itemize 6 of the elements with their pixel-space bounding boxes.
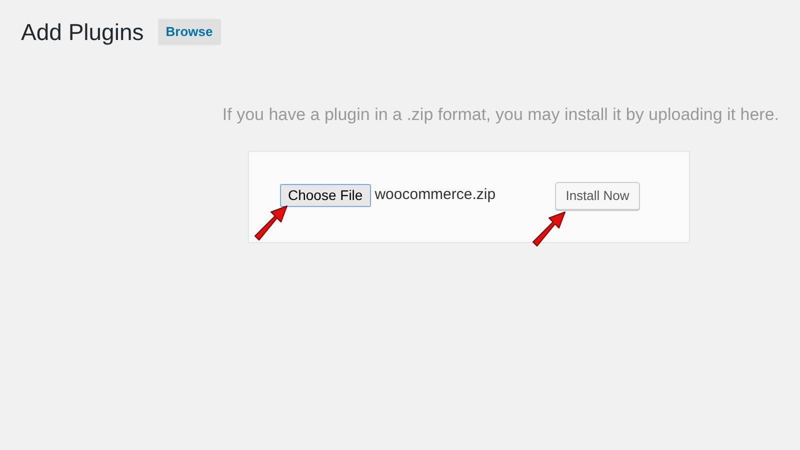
install-now-button[interactable]: Install Now — [554, 182, 640, 210]
choose-file-button[interactable]: Choose File — [280, 184, 371, 207]
page-title: Add Plugins — [21, 18, 144, 46]
upload-instructions: If you have a plugin in a .zip format, you may install it by uploading it here. — [222, 104, 779, 126]
browse-button[interactable]: Browse — [158, 19, 221, 45]
file-name: woocommerce.zip — [374, 185, 497, 206]
